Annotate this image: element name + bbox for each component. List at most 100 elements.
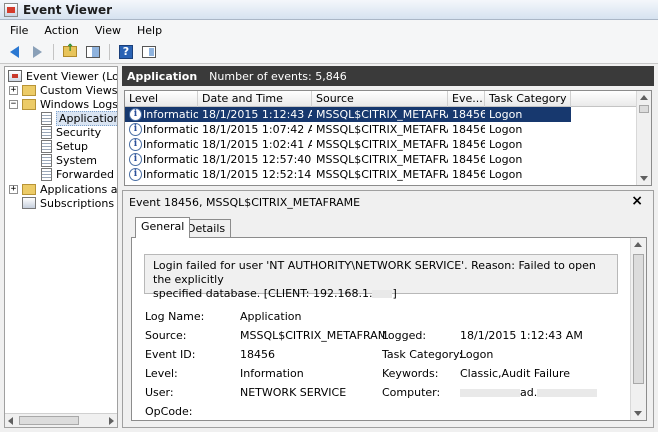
scroll-up-icon[interactable] [634,242,642,247]
value-log-name: Application [240,310,302,323]
column-level[interactable]: Level [125,91,198,107]
cell-level: Information [143,138,198,151]
cell-source: MSSQL$CITRIX_METAFRAME [316,138,448,151]
table-row[interactable]: i Information 18/1/2015 12:57:40 AM MSSQ… [125,152,571,167]
table-row[interactable]: i Information 18/1/2015 1:07:42 AM MSSQL… [125,122,571,137]
redacted-text [460,389,520,397]
action-pane-icon [142,45,156,58]
help-button[interactable]: ? [116,43,136,61]
scroll-thumb[interactable] [19,416,79,425]
close-icon[interactable]: × [631,193,643,209]
expand-icon[interactable]: + [9,85,18,95]
list-vertical-scrollbar[interactable] [636,91,651,185]
cell-date-time: 18/1/2015 12:52:14 AM [202,168,312,181]
cell-event-id: 18456 [452,138,485,151]
table-row[interactable]: i Information 18/1/2015 12:52:14 AM MSSQ… [125,167,571,182]
tree-label: Subscriptions [40,196,115,210]
cell-event-id: 18456 [452,123,485,136]
scroll-right-icon[interactable] [109,417,114,425]
tree-horizontal-scrollbar[interactable] [5,413,117,427]
scroll-up-icon[interactable] [640,95,648,100]
scroll-left-icon[interactable] [8,417,13,425]
help-icon: ? [119,44,133,59]
detail-title: Event 18456, MSSQL$CITRIX_METAFRAME [129,196,361,209]
back-button[interactable] [4,43,24,61]
log-icon [41,111,52,125]
menu-view[interactable]: View [87,24,129,37]
tree-item-apps-services[interactable]: + Applications and S [9,182,118,196]
tree-item-custom-views[interactable]: + Custom Views [9,83,117,97]
tree-item-windows-logs[interactable]: − Windows Logs [9,97,117,111]
cell-source: MSSQL$CITRIX_METAFRAME [316,168,448,181]
label-event-id: Event ID: [145,348,196,361]
tree-item-subscriptions[interactable]: Subscriptions [22,196,114,210]
scroll-thumb[interactable] [639,105,649,113]
cell-date-time: 18/1/2015 1:02:41 AM [202,138,312,151]
up-one-level-button[interactable] [60,43,80,61]
table-row[interactable]: i Information 18/1/2015 1:02:41 AM MSSQL… [125,137,571,152]
tree-label: Application [56,110,117,126]
value-keywords: Classic,Audit Failure [460,367,571,380]
cell-source: MSSQL$CITRIX_METAFRAME [316,153,448,166]
tree-item-forwarded-events[interactable]: Forwarded Ev [41,167,117,181]
tab-general[interactable]: General [135,217,191,238]
log-header-bar: Application Number of events: 5,846 [122,66,654,86]
tree-item-security[interactable]: Security [41,125,101,139]
menu-action[interactable]: Action [36,24,86,37]
detail-vertical-scrollbar[interactable] [630,238,646,420]
scroll-down-icon[interactable] [640,176,648,181]
tree-label: System [56,153,98,167]
value-user: NETWORK SERVICE [240,386,347,399]
tree-label: Setup [56,139,89,153]
log-icon [41,153,52,167]
scroll-down-icon[interactable] [634,411,642,416]
cell-event-id: 18456 [452,108,485,121]
column-event-id[interactable]: Eve... [448,91,485,107]
log-icon [41,139,52,153]
menu-help[interactable]: Help [129,24,170,37]
general-tab-body: Login failed for user 'NT AUTHORITY\NETW… [131,237,647,421]
log-name: Application [127,69,198,83]
cell-source: MSSQL$CITRIX_METAFRAME [316,108,448,121]
folder-icon [22,183,36,195]
table-row[interactable]: i Information 18/1/2015 1:12:43 AM MSSQL… [125,107,571,122]
column-date-time[interactable]: Date and Time [198,91,312,107]
cell-task-category: Logon [489,138,523,151]
cell-task-category: Logon [489,123,523,136]
tree-label: Security [56,125,102,139]
show-hide-console-tree-button[interactable] [83,43,103,61]
scroll-thumb[interactable] [633,254,644,384]
tree-item-root[interactable]: Event Viewer (Local) [8,69,117,83]
expand-icon[interactable]: + [9,184,18,194]
label-level: Level: [145,367,178,380]
value-computer: ad. [460,386,598,399]
cell-task-category: Logon [489,168,523,181]
tree-label: Custom Views [40,83,118,97]
title-bar: Event Viewer [0,0,658,20]
forward-arrow-icon [32,45,42,58]
forward-button[interactable] [27,43,47,61]
column-source[interactable]: Source [312,91,448,107]
label-keywords: Keywords: [382,367,439,380]
tree-item-setup[interactable]: Setup [41,139,88,153]
folder-up-icon [63,43,77,57]
message-line: Login failed for user 'NT AUTHORITY\NETW… [153,259,596,286]
cell-date-time: 18/1/2015 1:07:42 AM [202,123,312,136]
cell-level: Information [143,123,198,136]
show-hide-action-pane-button[interactable] [139,43,159,61]
column-task-category[interactable]: Task Category [485,91,571,107]
tree-item-system[interactable]: System [41,153,97,167]
toolbar: ? [0,40,658,64]
collapse-icon[interactable]: − [9,99,18,109]
cell-level: Information [143,108,198,121]
cell-task-category: Logon [489,153,523,166]
tree-label: Applications and S [40,182,118,196]
menu-file[interactable]: File [2,24,36,37]
cell-event-id: 18456 [452,168,485,181]
menu-bar: File Action View Help [0,20,658,40]
log-icon [41,167,52,181]
console-tree: Event Viewer (Local) + Custom Views − Wi… [4,66,118,428]
tree-item-application[interactable]: Application [41,110,117,126]
redacted-text [537,389,598,397]
event-message[interactable]: Login failed for user 'NT AUTHORITY\NETW… [144,254,618,300]
